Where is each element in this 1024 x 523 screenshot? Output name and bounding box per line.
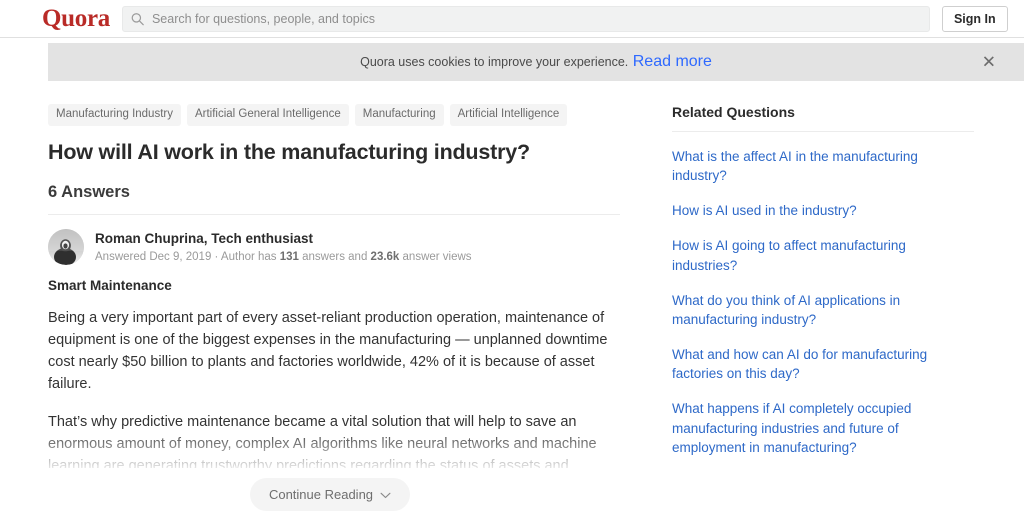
top-navigation-bar: Quora Sign In	[0, 0, 1024, 38]
topic-tag[interactable]: Manufacturing Industry	[48, 104, 181, 126]
answer-metadata: Answered Dec 9, 2019 · Author has 131 an…	[95, 248, 472, 266]
answer-author-row: Roman Chuprina, Tech enthusiast Answered…	[48, 228, 620, 267]
related-question-link[interactable]: What happens if AI completely occupied m…	[672, 399, 944, 456]
author-meta: Roman Chuprina, Tech enthusiast Answered…	[95, 229, 472, 267]
avatar[interactable]	[48, 228, 84, 265]
sign-in-button[interactable]: Sign In	[941, 5, 1008, 32]
related-questions-title: Related Questions	[672, 104, 795, 120]
answer-paragraph: That’s why predictive maintenance became…	[48, 414, 597, 469]
related-question-link[interactable]: What and how can AI do for manufacturing…	[672, 345, 944, 383]
search-input[interactable]	[121, 5, 930, 32]
related-question-link[interactable]: What do you think of AI applications in …	[672, 291, 944, 329]
related-question-link[interactable]: How is AI used in the industry?	[672, 201, 944, 220]
page-body: Manufacturing Industry Artificial Genera…	[0, 90, 1024, 523]
cookie-consent-banner: Quora uses cookies to improve your exper…	[48, 43, 1024, 81]
search-container	[121, 5, 930, 32]
cookie-close-icon[interactable]: ✕	[982, 54, 996, 71]
related-questions-sidebar: Related Questions What is the affect AI …	[660, 90, 1024, 523]
topic-tag[interactable]: Artificial General Intelligence	[186, 104, 349, 126]
answer-paragraph: Being a very important part of every ass…	[48, 310, 608, 393]
divider	[48, 213, 620, 215]
answers-label: answers and	[298, 250, 371, 263]
related-question-link[interactable]: How is AI going to affect manufacturing …	[672, 236, 944, 274]
author-views-count: 23.6k	[370, 250, 400, 263]
topic-tag-list: Manufacturing Industry Artificial Genera…	[48, 104, 620, 126]
continue-reading-label: Continue Reading	[268, 487, 374, 502]
cookie-message: Quora uses cookies to improve your exper…	[360, 55, 629, 69]
topic-tag[interactable]: Artificial Intelligence	[449, 104, 568, 126]
answer-count-heading: 6 Answers	[48, 182, 130, 201]
quora-logo[interactable]: Quora	[42, 6, 110, 31]
divider	[672, 131, 974, 132]
question-title: How will AI work in the manufacturing in…	[48, 139, 530, 164]
related-question-link[interactable]: What is the affect AI in the manufacturi…	[672, 147, 944, 185]
views-label: answer views	[399, 250, 472, 263]
main-column: Manufacturing Industry Artificial Genera…	[0, 90, 660, 523]
author-name[interactable]: Roman Chuprina, Tech enthusiast	[95, 230, 472, 248]
continue-reading-button[interactable]: Continue Reading	[249, 478, 411, 511]
answer-body: Smart Maintenance Being a very important…	[48, 278, 620, 468]
continue-reading-container: Continue Reading	[0, 478, 660, 511]
answered-date-text: Answered Dec 9, 2019 · Author has	[95, 250, 280, 263]
cookie-read-more-link[interactable]: Read more	[633, 53, 712, 71]
author-answers-count: 131	[279, 250, 299, 263]
topic-tag[interactable]: Manufacturing	[354, 104, 444, 126]
chevron-down-icon	[380, 487, 391, 502]
answer-section-heading: Smart Maintenance	[48, 278, 172, 294]
